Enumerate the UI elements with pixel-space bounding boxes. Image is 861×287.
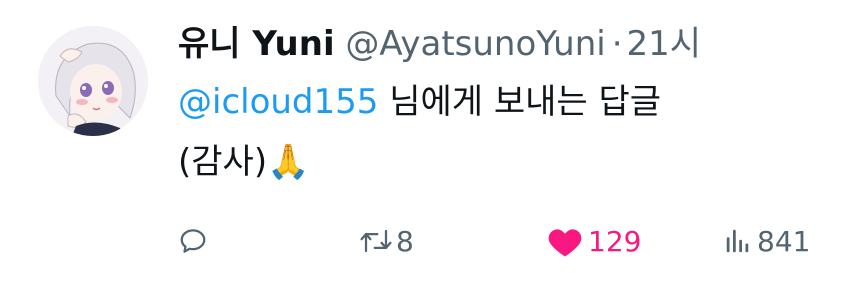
tweet-text: (감사)🙏 [178,142,310,182]
anime-character-avatar-icon [38,26,148,136]
reply-bubble-icon [180,229,206,253]
avatar[interactable] [38,26,148,136]
tweet-header: 유니 Yuni @AyatsunoYuni · 21시 [178,22,701,66]
user-handle[interactable]: @AyatsunoYuni [345,24,605,64]
like-count: 129 [588,224,642,258]
reply-context: @icloud155 님에게 보내는 답글 [178,80,661,124]
reply-button[interactable] [178,220,208,262]
display-name[interactable]: 유니 Yuni [178,24,335,64]
retweet-icon [360,229,392,253]
action-bar: 8 129 841 [178,220,838,262]
views-button[interactable]: 841 [723,220,810,262]
timestamp[interactable]: 21시 [627,24,702,64]
like-button[interactable]: 129 [546,220,641,262]
reply-context-label: 님에게 보내는 답글 [378,82,662,122]
reply-mention-link[interactable]: @icloud155 [178,82,378,122]
views-bar-chart-icon [726,229,749,253]
views-count: 841 [757,224,811,258]
heart-icon [548,229,582,257]
retweet-button[interactable]: 8 [358,220,414,262]
retweet-count: 8 [396,224,414,258]
separator-dot: · [611,24,623,64]
